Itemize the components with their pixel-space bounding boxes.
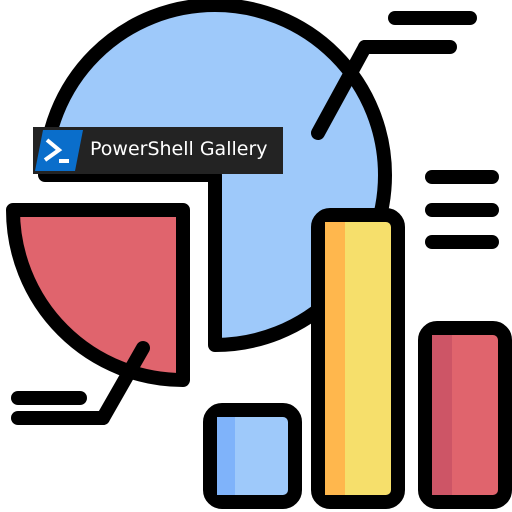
chart-illustration bbox=[6, 0, 512, 509]
badge-label: PowerShell Gallery bbox=[90, 138, 268, 160]
powershell-icon bbox=[35, 130, 83, 171]
bar-shade bbox=[325, 222, 345, 495]
red-pie-slice bbox=[6, 203, 190, 387]
bar-shade bbox=[432, 335, 452, 495]
bar-shade bbox=[217, 417, 235, 495]
powershell-gallery-badge: PowerShell Gallery bbox=[33, 127, 283, 174]
